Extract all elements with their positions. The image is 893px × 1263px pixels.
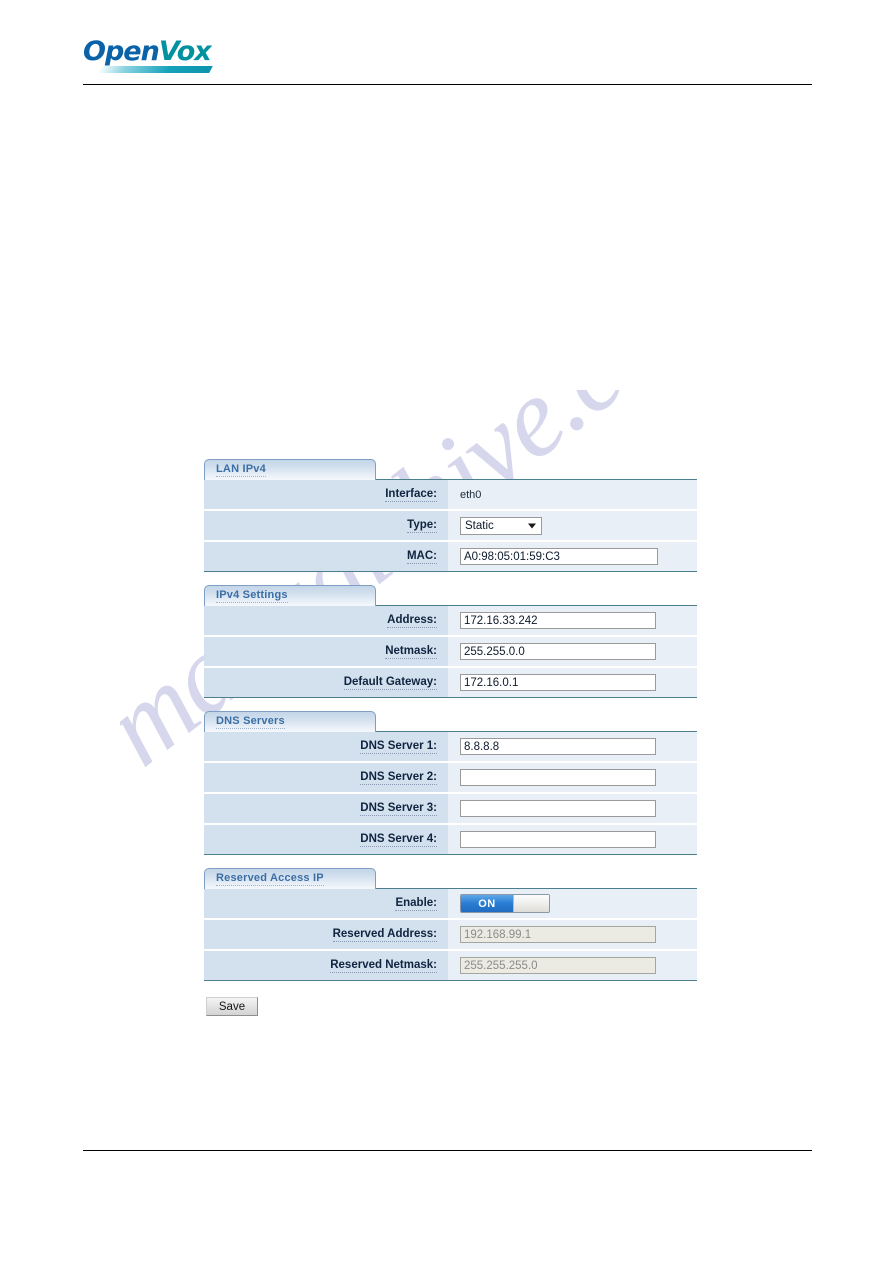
panel-table-lan-ipv4: Interface: eth0 Type: Static MAC: A0:98:…	[204, 479, 697, 572]
table-row: Address:	[204, 606, 697, 637]
panel-title: LAN IPv4	[216, 463, 266, 477]
panel-title: Reserved Access IP	[216, 872, 324, 886]
row-value-cell	[448, 668, 697, 697]
row-label-cell: DNS Server 3:	[204, 794, 448, 823]
panel-lan-ipv4: LAN IPv4 Interface: eth0 Type: Static MA…	[204, 458, 697, 572]
table-row: Type: Static	[204, 511, 697, 542]
row-label-cell: Reserved Netmask:	[204, 951, 448, 980]
panel-tab-dns-servers: DNS Servers	[204, 711, 376, 732]
field-label: Enable:	[395, 897, 437, 911]
interface-value: eth0	[460, 488, 482, 501]
form-actions: Save	[206, 997, 697, 1016]
header-divider	[83, 84, 812, 85]
row-label-cell: DNS Server 2:	[204, 763, 448, 792]
row-label-cell: DNS Server 4:	[204, 825, 448, 854]
row-label-cell: Reserved Address:	[204, 920, 448, 949]
netmask-input[interactable]	[460, 643, 656, 660]
row-value-cell	[448, 606, 697, 635]
table-row: Enable: ON	[204, 889, 697, 920]
row-label-cell: Address:	[204, 606, 448, 635]
mac-input[interactable]	[460, 548, 658, 565]
row-label-cell: Interface:	[204, 480, 448, 509]
address-input[interactable]	[460, 612, 656, 629]
panel-tab-ipv4-settings: IPv4 Settings	[204, 585, 376, 606]
field-label: Address:	[387, 614, 437, 628]
row-label-cell: MAC:	[204, 542, 448, 571]
enable-toggle-state: ON	[461, 895, 513, 912]
panel-reserved-access-ip: Reserved Access IP Enable: ON Reserved A…	[204, 867, 697, 981]
row-label-cell: Netmask:	[204, 637, 448, 666]
panel-title: IPv4 Settings	[216, 589, 288, 603]
panel-table-dns-servers: DNS Server 1: DNS Server 2: DNS Server 3…	[204, 731, 697, 855]
logo-vox-text: Vox	[158, 36, 212, 67]
row-value-cell	[448, 951, 697, 980]
logo-open-text: Open	[83, 36, 160, 67]
table-row: Netmask:	[204, 637, 697, 668]
reserved-netmask-input	[460, 957, 656, 974]
type-select[interactable]: Static	[460, 516, 542, 535]
openvox-logo: OpenVox	[83, 36, 215, 76]
network-settings-form: LAN IPv4 Interface: eth0 Type: Static MA…	[204, 458, 697, 1016]
footer-divider	[83, 1150, 812, 1151]
row-value-cell	[448, 825, 697, 854]
row-value-cell: Static	[448, 511, 697, 540]
dns-server-4-input[interactable]	[460, 831, 656, 848]
default-gateway-input[interactable]	[460, 674, 656, 691]
table-row: Reserved Address:	[204, 920, 697, 951]
field-label: Netmask:	[385, 645, 437, 659]
page-header: OpenVox	[83, 36, 812, 76]
row-label-cell: Enable:	[204, 889, 448, 918]
table-row: DNS Server 3:	[204, 794, 697, 825]
dns-server-2-input[interactable]	[460, 769, 656, 786]
field-label: DNS Server 2:	[360, 771, 437, 785]
row-value-cell	[448, 637, 697, 666]
row-value-cell	[448, 794, 697, 823]
row-value-cell	[448, 763, 697, 792]
field-label: DNS Server 4:	[360, 833, 437, 847]
chevron-down-icon	[528, 523, 536, 528]
panel-table-ipv4-settings: Address: Netmask: Default Gateway:	[204, 605, 697, 698]
field-label: Interface:	[385, 488, 437, 502]
table-row: Interface: eth0	[204, 480, 697, 511]
table-row: MAC:	[204, 542, 697, 571]
logo-swoosh-icon	[97, 66, 213, 73]
type-select-value: Static	[465, 519, 494, 532]
save-button[interactable]: Save	[206, 997, 258, 1016]
field-label: Reserved Netmask:	[330, 959, 437, 973]
row-value-cell	[448, 920, 697, 949]
row-label-cell: Default Gateway:	[204, 668, 448, 697]
row-label-cell: Type:	[204, 511, 448, 540]
row-value-cell: eth0	[448, 480, 697, 509]
table-row: Reserved Netmask:	[204, 951, 697, 980]
logo-wordmark: OpenVox	[83, 36, 215, 67]
field-label: DNS Server 3:	[360, 802, 437, 816]
reserved-address-input	[460, 926, 656, 943]
panel-dns-servers: DNS Servers DNS Server 1: DNS Server 2:	[204, 710, 697, 855]
dns-server-3-input[interactable]	[460, 800, 656, 817]
panel-table-reserved-access-ip: Enable: ON Reserved Address: 192.168.99.…	[204, 888, 697, 981]
table-row: Default Gateway:	[204, 668, 697, 697]
table-row: DNS Server 4:	[204, 825, 697, 854]
field-label: Reserved Address:	[332, 928, 437, 942]
row-value-cell	[448, 732, 697, 761]
panel-tab-lan-ipv4: LAN IPv4	[204, 459, 376, 480]
dns-server-1-input[interactable]	[460, 738, 656, 755]
enable-toggle-knob[interactable]	[513, 895, 549, 912]
panel-ipv4-settings: IPv4 Settings Address: Netmask:	[204, 584, 697, 698]
row-value-cell: ON	[448, 889, 697, 918]
field-label: MAC:	[406, 550, 437, 564]
field-label: Default Gateway:	[343, 676, 437, 690]
field-label: Type:	[407, 519, 437, 533]
panel-title: DNS Servers	[216, 715, 285, 729]
panel-tab-reserved-access-ip: Reserved Access IP	[204, 868, 376, 889]
enable-toggle[interactable]: ON	[460, 894, 550, 913]
table-row: DNS Server 1:	[204, 732, 697, 763]
table-row: DNS Server 2:	[204, 763, 697, 794]
field-label: DNS Server 1:	[360, 740, 437, 754]
row-value-cell	[448, 542, 697, 571]
row-label-cell: DNS Server 1:	[204, 732, 448, 761]
